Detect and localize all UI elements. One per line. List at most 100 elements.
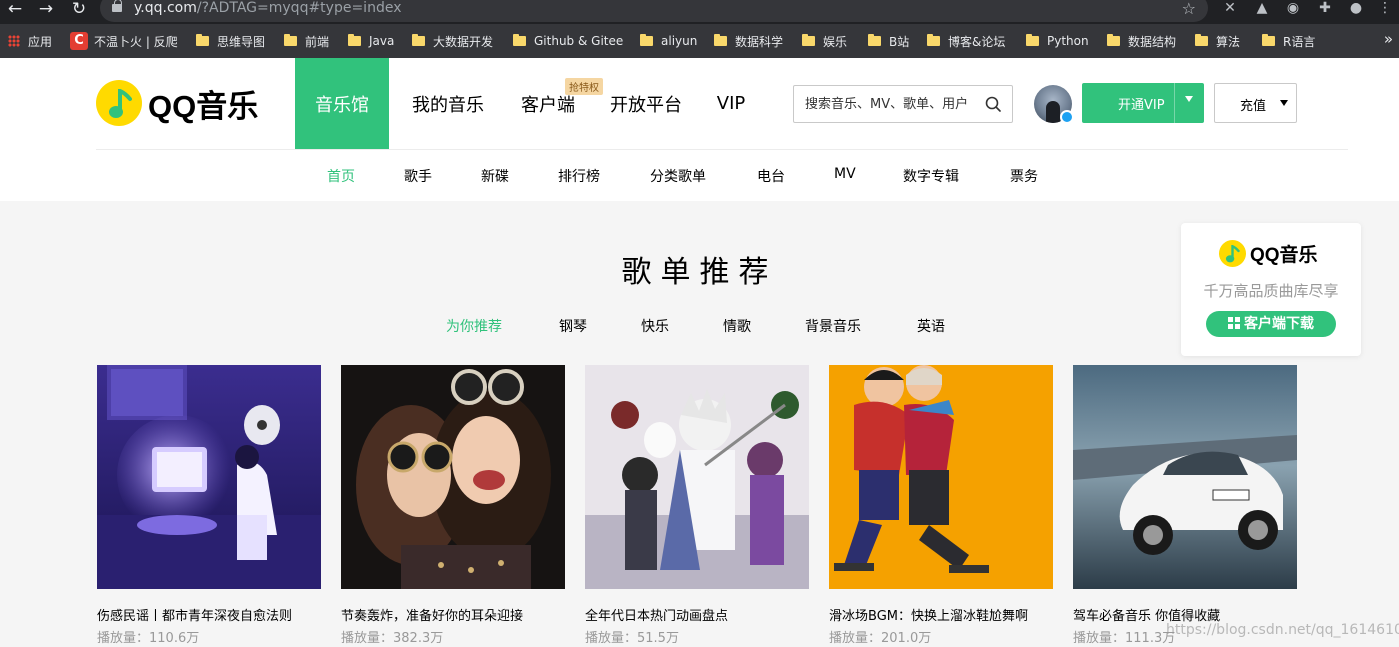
playlist-cover[interactable] <box>585 365 809 589</box>
extension-circle-icon[interactable]: ◉ <box>1283 0 1303 18</box>
avatar-status-icon <box>1060 110 1074 124</box>
subnav-singers[interactable]: 歌手 <box>404 166 432 186</box>
apps-grid-icon <box>8 35 20 47</box>
playlist-cover[interactable] <box>829 365 1053 589</box>
browser-toolbar: ← → ↻ y.qq.com/?ADTAG=myqq#type=index ☆ … <box>0 0 1399 24</box>
playlist-card[interactable]: 节奏轰炸，准备好你的耳朵迎接 播放量：382.3万 <box>341 365 565 646</box>
playlist-title[interactable]: 节奏轰炸，准备好你的耳朵迎接 <box>341 605 523 624</box>
bookmark-star-icon[interactable]: ☆ <box>1182 0 1196 18</box>
bookmark-folder[interactable]: 数据结构 <box>1107 32 1176 50</box>
extension-x-icon[interactable]: ✕ <box>1220 0 1240 18</box>
folder-icon <box>1026 34 1039 46</box>
playlist-title[interactable]: 伤感民谣丨都市青年深夜自愈法则 <box>97 605 292 624</box>
nav-open-platform[interactable]: 开放平台 <box>589 58 703 149</box>
profile-icon[interactable]: ● <box>1346 0 1366 18</box>
tag-background-music[interactable]: 背景音乐 <box>805 316 861 336</box>
tag-love-songs[interactable]: 情歌 <box>723 316 751 336</box>
play-count: 播放量：382.3万 <box>341 631 444 646</box>
bookmark-folder[interactable]: 大数据开发 <box>412 32 493 50</box>
recharge-button[interactable]: 充值 <box>1214 83 1297 123</box>
playlist-card[interactable]: 伤感民谣丨都市青年深夜自愈法则 播放量：110.6万 <box>97 365 321 646</box>
subnav-new-albums[interactable]: 新碟 <box>481 166 509 186</box>
music-note-logo-icon <box>1219 240 1246 267</box>
bookmark-folder[interactable]: 算法 <box>1195 32 1240 50</box>
back-arrow-icon[interactable]: ← <box>3 0 27 20</box>
bookmark-csdn[interactable]: C 不温卜火 | 反爬 <box>70 32 178 50</box>
playlist-card[interactable]: 全年代日本热门动画盘点 播放量：51.5万 <box>585 365 809 646</box>
play-count: 播放量：111.3万 <box>1073 631 1176 646</box>
reload-icon[interactable]: ↻ <box>67 0 91 20</box>
tag-piano[interactable]: 钢琴 <box>559 316 587 336</box>
bookmark-folder[interactable]: 思维导图 <box>196 32 265 50</box>
bookmark-folder[interactable]: 娱乐 <box>802 32 847 50</box>
tag-happy[interactable]: 快乐 <box>641 316 669 336</box>
brand-name: QQ音乐 <box>148 88 259 124</box>
playlist-title[interactable]: 全年代日本热门动画盘点 <box>585 605 728 624</box>
folder-icon <box>513 34 526 46</box>
bookmark-folder[interactable]: 博客&论坛 <box>927 32 1005 50</box>
playlist-cover[interactable] <box>1073 365 1297 589</box>
playlist-cover[interactable] <box>341 365 565 589</box>
search-icon[interactable] <box>985 96 1001 112</box>
search-input[interactable] <box>794 86 980 122</box>
menu-kebab-icon[interactable]: ⋮ <box>1375 0 1395 18</box>
widget-brand: QQ音乐 <box>1250 245 1318 266</box>
bookmark-folder[interactable]: Python <box>1026 32 1089 50</box>
client-download-widget: QQ音乐 千万高品质曲库尽享 客户端下载 <box>1181 223 1361 356</box>
widget-logo: QQ音乐 <box>1219 240 1318 267</box>
open-vip-button[interactable]: 开通VIP <box>1082 83 1204 123</box>
extension-mountain-icon[interactable]: ▲ <box>1252 0 1272 18</box>
site-header: QQ音乐 音乐馆 我的音乐 客户端 抢特权 开放平台 VIP 开通VIP 充值 … <box>0 58 1399 201</box>
folder-icon <box>1107 34 1120 46</box>
folder-icon <box>1262 34 1275 46</box>
search-box <box>793 85 1013 123</box>
qq-music-logo[interactable]: QQ音乐 <box>96 80 258 126</box>
url-text[interactable]: y.qq.com/?ADTAG=myqq#type=index <box>134 0 402 16</box>
subnav-radio[interactable]: 电台 <box>757 166 785 186</box>
playlist-card[interactable]: 滑冰场BGM：快换上溜冰鞋尬舞啊 播放量：201.0万 <box>829 365 1053 646</box>
folder-icon <box>284 34 297 46</box>
bookmark-folder[interactable]: R语言 <box>1262 32 1315 50</box>
nav-music-hall[interactable]: 音乐馆 <box>295 58 389 149</box>
subnav-mv[interactable]: MV <box>834 166 856 182</box>
play-count: 播放量：201.0万 <box>829 631 932 646</box>
csdn-c-icon: C <box>70 32 88 50</box>
nav-client[interactable]: 客户端 抢特权 <box>507 58 603 149</box>
folder-icon <box>802 34 815 46</box>
subnav-tickets[interactable]: 票务 <box>1010 166 1038 186</box>
tag-english[interactable]: 英语 <box>917 316 945 336</box>
forward-arrow-icon[interactable]: → <box>34 0 58 20</box>
folder-icon <box>714 34 727 46</box>
windows-icon <box>1228 317 1240 329</box>
folder-icon <box>640 34 653 46</box>
tag-recommended[interactable]: 为你推荐 <box>446 316 502 336</box>
playlist-cover[interactable] <box>97 365 321 589</box>
folder-icon <box>868 34 881 46</box>
caret-down-icon[interactable] <box>1185 96 1193 102</box>
folder-icon <box>412 34 425 46</box>
client-download-label: 客户端下载 <box>1244 316 1314 332</box>
client-download-button[interactable]: 客户端下载 <box>1206 311 1336 337</box>
subnav-home[interactable]: 首页 <box>327 166 355 186</box>
recharge-label: 充值 <box>1240 99 1267 114</box>
folder-icon <box>196 34 209 46</box>
bookmark-folder[interactable]: 数据科学 <box>714 32 783 50</box>
lock-icon <box>112 0 122 12</box>
nav-my-music[interactable]: 我的音乐 <box>389 58 507 149</box>
bookmarks-overflow-icon[interactable]: » <box>1384 30 1393 48</box>
subnav-digital-albums[interactable]: 数字专辑 <box>903 166 959 186</box>
playlist-card[interactable]: 驾车必备音乐 你值得收藏 播放量：111.3万 <box>1073 365 1297 646</box>
bookmark-folder[interactable]: B站 <box>868 32 909 50</box>
subnav-categories[interactable]: 分类歌单 <box>650 166 706 186</box>
sub-navigation: 首页 歌手 新碟 排行榜 分类歌单 电台 MV 数字专辑 票务 <box>0 150 1399 201</box>
bookmark-apps[interactable]: 应用 <box>8 32 52 50</box>
bookmark-folder[interactable]: 前端 <box>284 32 329 50</box>
playlist-title[interactable]: 滑冰场BGM：快换上溜冰鞋尬舞啊 <box>829 605 1028 624</box>
bookmark-folder[interactable]: aliyun <box>640 32 697 50</box>
bookmark-folder[interactable]: Java <box>348 32 394 50</box>
bookmark-folder[interactable]: Github & Gitee <box>513 32 623 50</box>
address-bar[interactable]: y.qq.com/?ADTAG=myqq#type=index ☆ <box>100 0 1208 22</box>
subnav-charts[interactable]: 排行榜 <box>558 166 600 186</box>
nav-vip[interactable]: VIP <box>703 58 759 149</box>
extensions-puzzle-icon[interactable]: ✚ <box>1315 0 1335 18</box>
